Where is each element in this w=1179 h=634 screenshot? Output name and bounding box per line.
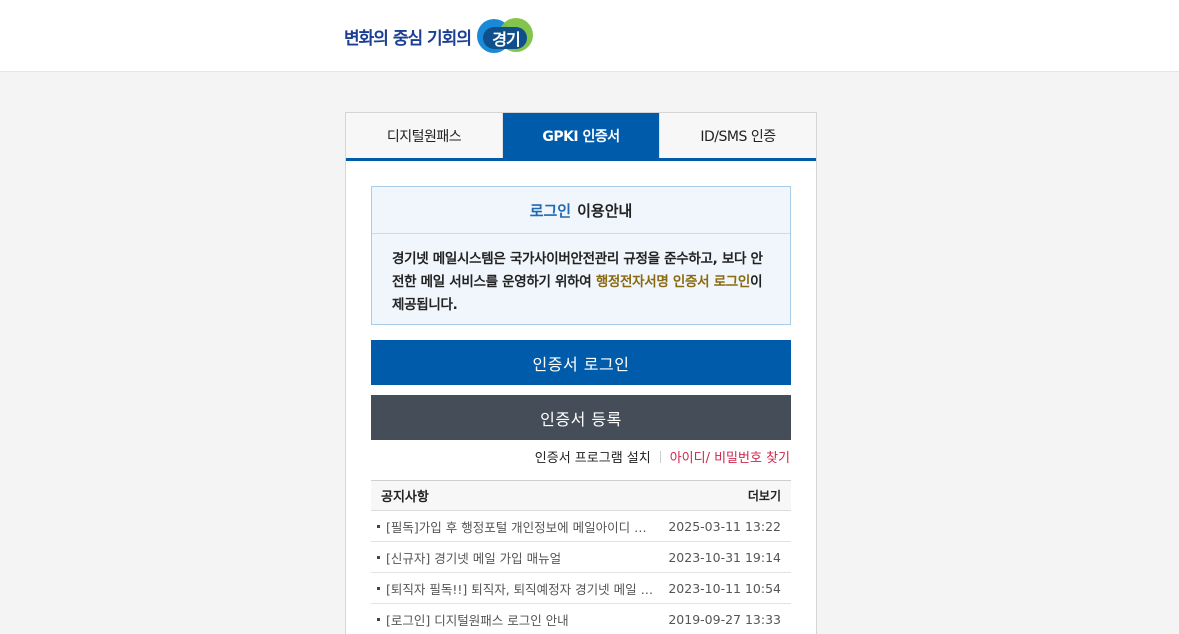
logo-slogan: 변화의 중심 기회의	[344, 28, 472, 49]
notice-row[interactable]: [신규자] 경기넷 메일 가입 매뉴얼 2023-10-31 19:14	[371, 542, 791, 573]
notice-date: 2023-10-11 10:54	[668, 580, 781, 596]
login-guide-box: 로그인 이용안내 경기넷 메일시스템은 국가사이버안전관리 규정을 준수하고, …	[371, 186, 791, 325]
login-panel: 디지털원패스 GPKI 인증서 ID/SMS 인증 로그인 이용안내 경기넷 메…	[345, 112, 817, 634]
tab-id-sms[interactable]: ID/SMS 인증	[659, 113, 816, 158]
notice-heading: 공지사항	[381, 490, 429, 505]
link-divider	[659, 451, 661, 463]
notice-more-link[interactable]: 더보기	[748, 487, 781, 504]
certificate-register-button[interactable]: 인증서 등록	[371, 395, 791, 440]
notice-date: 2019-09-27 13:33	[668, 611, 781, 627]
logo-badge-text: 경기	[492, 30, 520, 49]
tab-gpki-certificate[interactable]: GPKI 인증서	[502, 113, 659, 158]
bullet-icon	[377, 617, 380, 621]
notice-title: [로그인] 디지털원패스 로그인 안내	[386, 612, 569, 628]
notice-date: 2025-03-11 13:22	[668, 518, 781, 534]
notice-header: 공지사항 더보기	[371, 480, 791, 511]
login-method-tabs: 디지털원패스 GPKI 인증서 ID/SMS 인증	[346, 113, 816, 161]
site-header: 변화의 중심 기회의 경기	[0, 0, 1179, 72]
logo-badge-icon: 경기	[476, 18, 537, 54]
notice-row[interactable]: [로그인] 디지털원패스 로그인 안내 2019-09-27 13:33	[371, 604, 791, 634]
notice-title: [퇴직자 필독!!] 퇴직자, 퇴직예정자 경기넷 메일 안내	[386, 581, 664, 597]
notice-title: [필독]가입 후 행정포털 개인정보에 메일아이디 입력 안내	[386, 519, 669, 535]
notice-row[interactable]: [퇴직자 필독!!] 퇴직자, 퇴직예정자 경기넷 메일 안내 2023-10-…	[371, 573, 791, 604]
certificate-login-button[interactable]: 인증서 로그인	[371, 340, 791, 385]
notice-title: [신규자] 경기넷 메일 가입 매뉴얼	[386, 550, 562, 566]
find-id-password-link[interactable]: 아이디/ 비밀번호 찾기	[670, 451, 790, 466]
helper-links: 인증서 프로그램 설치 아이디/ 비밀번호 찾기	[371, 447, 791, 466]
notice-date: 2023-10-31 19:14	[668, 549, 781, 565]
gyeonggi-logo[interactable]: 변화의 중심 기회의 경기	[344, 18, 537, 54]
bullet-icon	[377, 586, 380, 590]
guide-title: 로그인 이용안내	[372, 187, 790, 234]
install-program-link[interactable]: 인증서 프로그램 설치	[535, 451, 651, 466]
bullet-icon	[377, 555, 380, 559]
notice-board: 공지사항 더보기 [필독]가입 후 행정포털 개인정보에 메일아이디 입력 안내…	[371, 480, 791, 634]
bullet-icon	[377, 524, 380, 528]
guide-title-rest: 이용안내	[577, 201, 633, 220]
guide-body-highlight: 행정전자서명 인증서 로그인	[595, 274, 751, 290]
guide-body: 경기넷 메일시스템은 국가사이버안전관리 규정을 준수하고, 보다 안전한 메일…	[372, 234, 790, 317]
guide-title-accent: 로그인	[529, 201, 572, 220]
notice-row[interactable]: [필독]가입 후 행정포털 개인정보에 메일아이디 입력 안내 2025-03-…	[371, 511, 791, 542]
tab-digital-onepass[interactable]: 디지털원패스	[346, 113, 502, 158]
